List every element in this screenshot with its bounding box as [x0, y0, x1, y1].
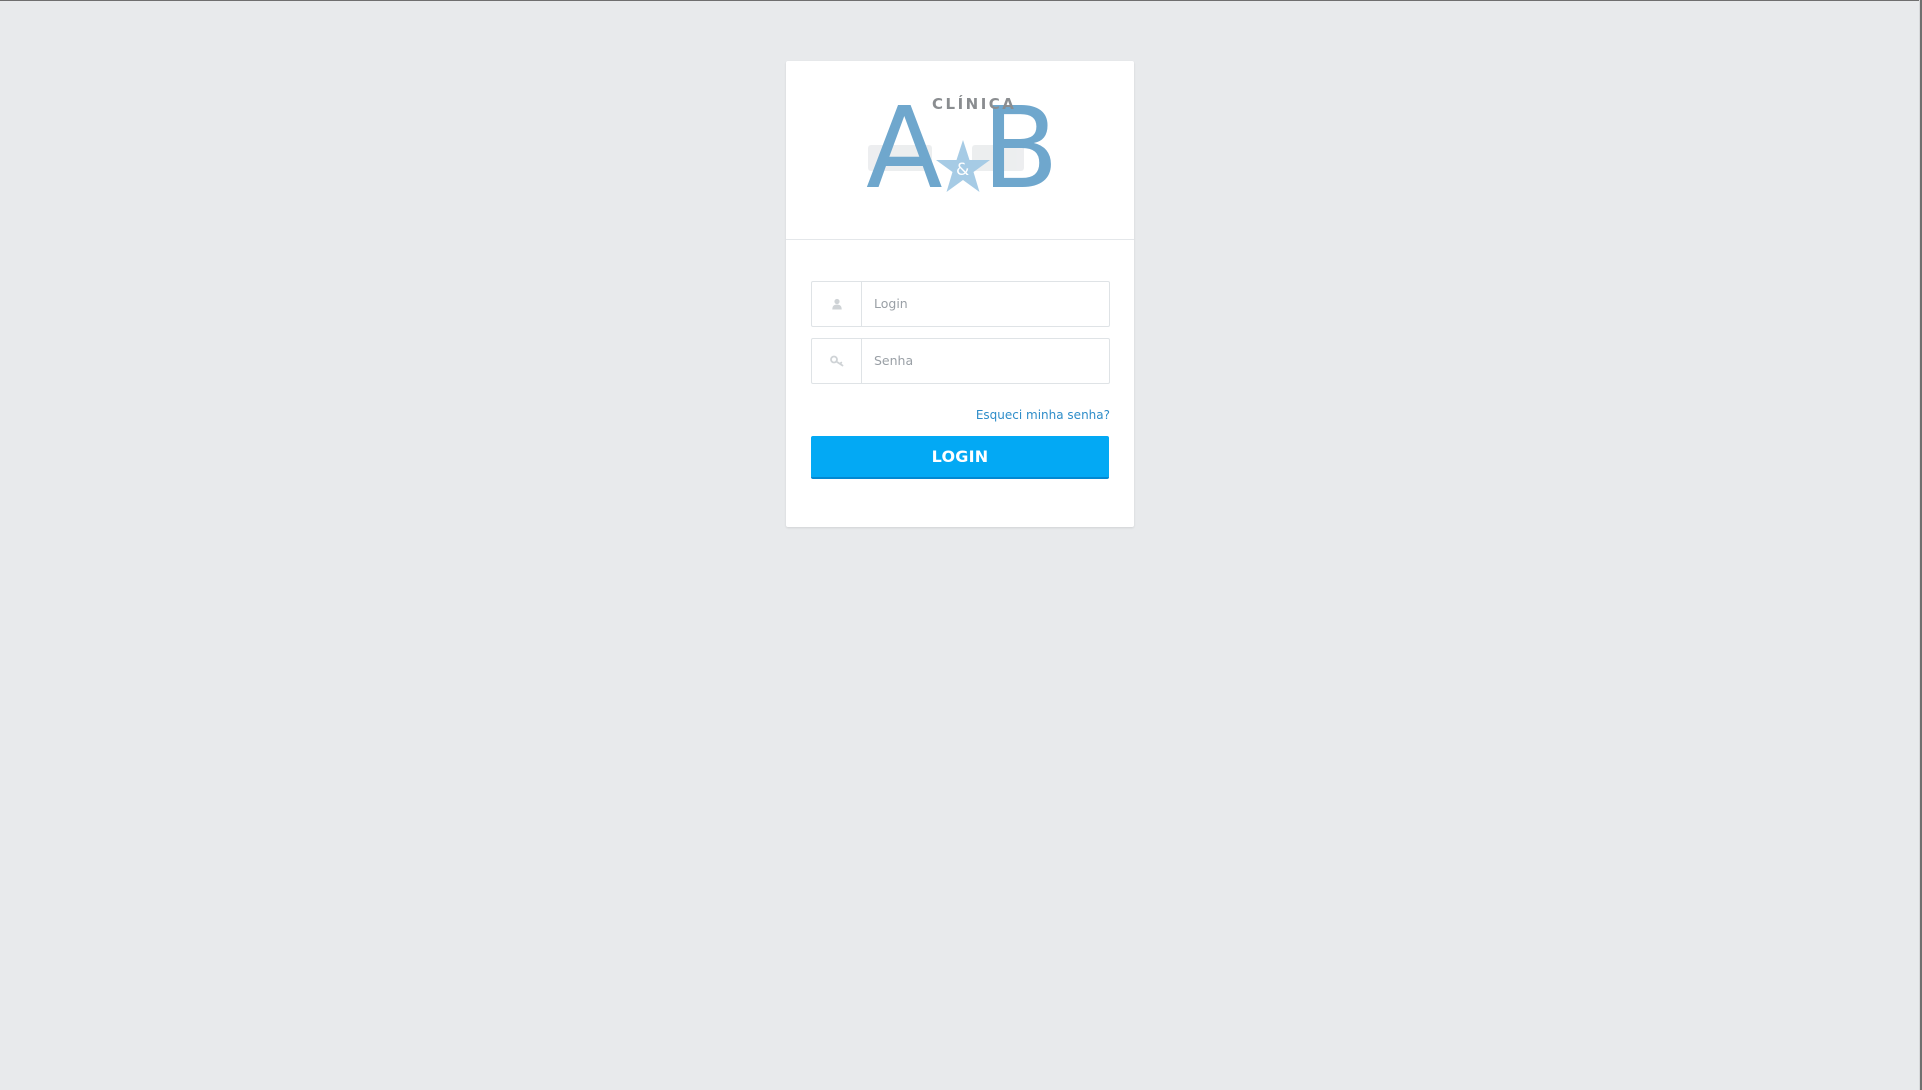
- key-icon: [812, 339, 862, 383]
- clinica-ab-logo: A & B CLÍNICA: [866, 87, 1058, 197]
- forgot-password-row: Esqueci minha senha?: [811, 406, 1110, 424]
- password-input[interactable]: [862, 339, 1109, 381]
- login-input[interactable]: [862, 282, 1109, 324]
- user-icon: [812, 282, 862, 326]
- login-form: Esqueci minha senha? LOGIN: [811, 281, 1110, 479]
- logo-area: A & B CLÍNICA: [786, 61, 1134, 240]
- forgot-password-link[interactable]: Esqueci minha senha?: [976, 408, 1110, 422]
- logo-clinica-text: CLÍNICA: [932, 94, 1016, 113]
- login-input-group: [811, 281, 1110, 327]
- login-button[interactable]: LOGIN: [811, 436, 1109, 479]
- window-top-border: [0, 0, 1922, 1]
- logo-ampersand: &: [956, 160, 969, 180]
- password-input-group: [811, 338, 1110, 384]
- login-card: A & B CLÍNICA Login Esqueci minha senha?…: [786, 61, 1134, 527]
